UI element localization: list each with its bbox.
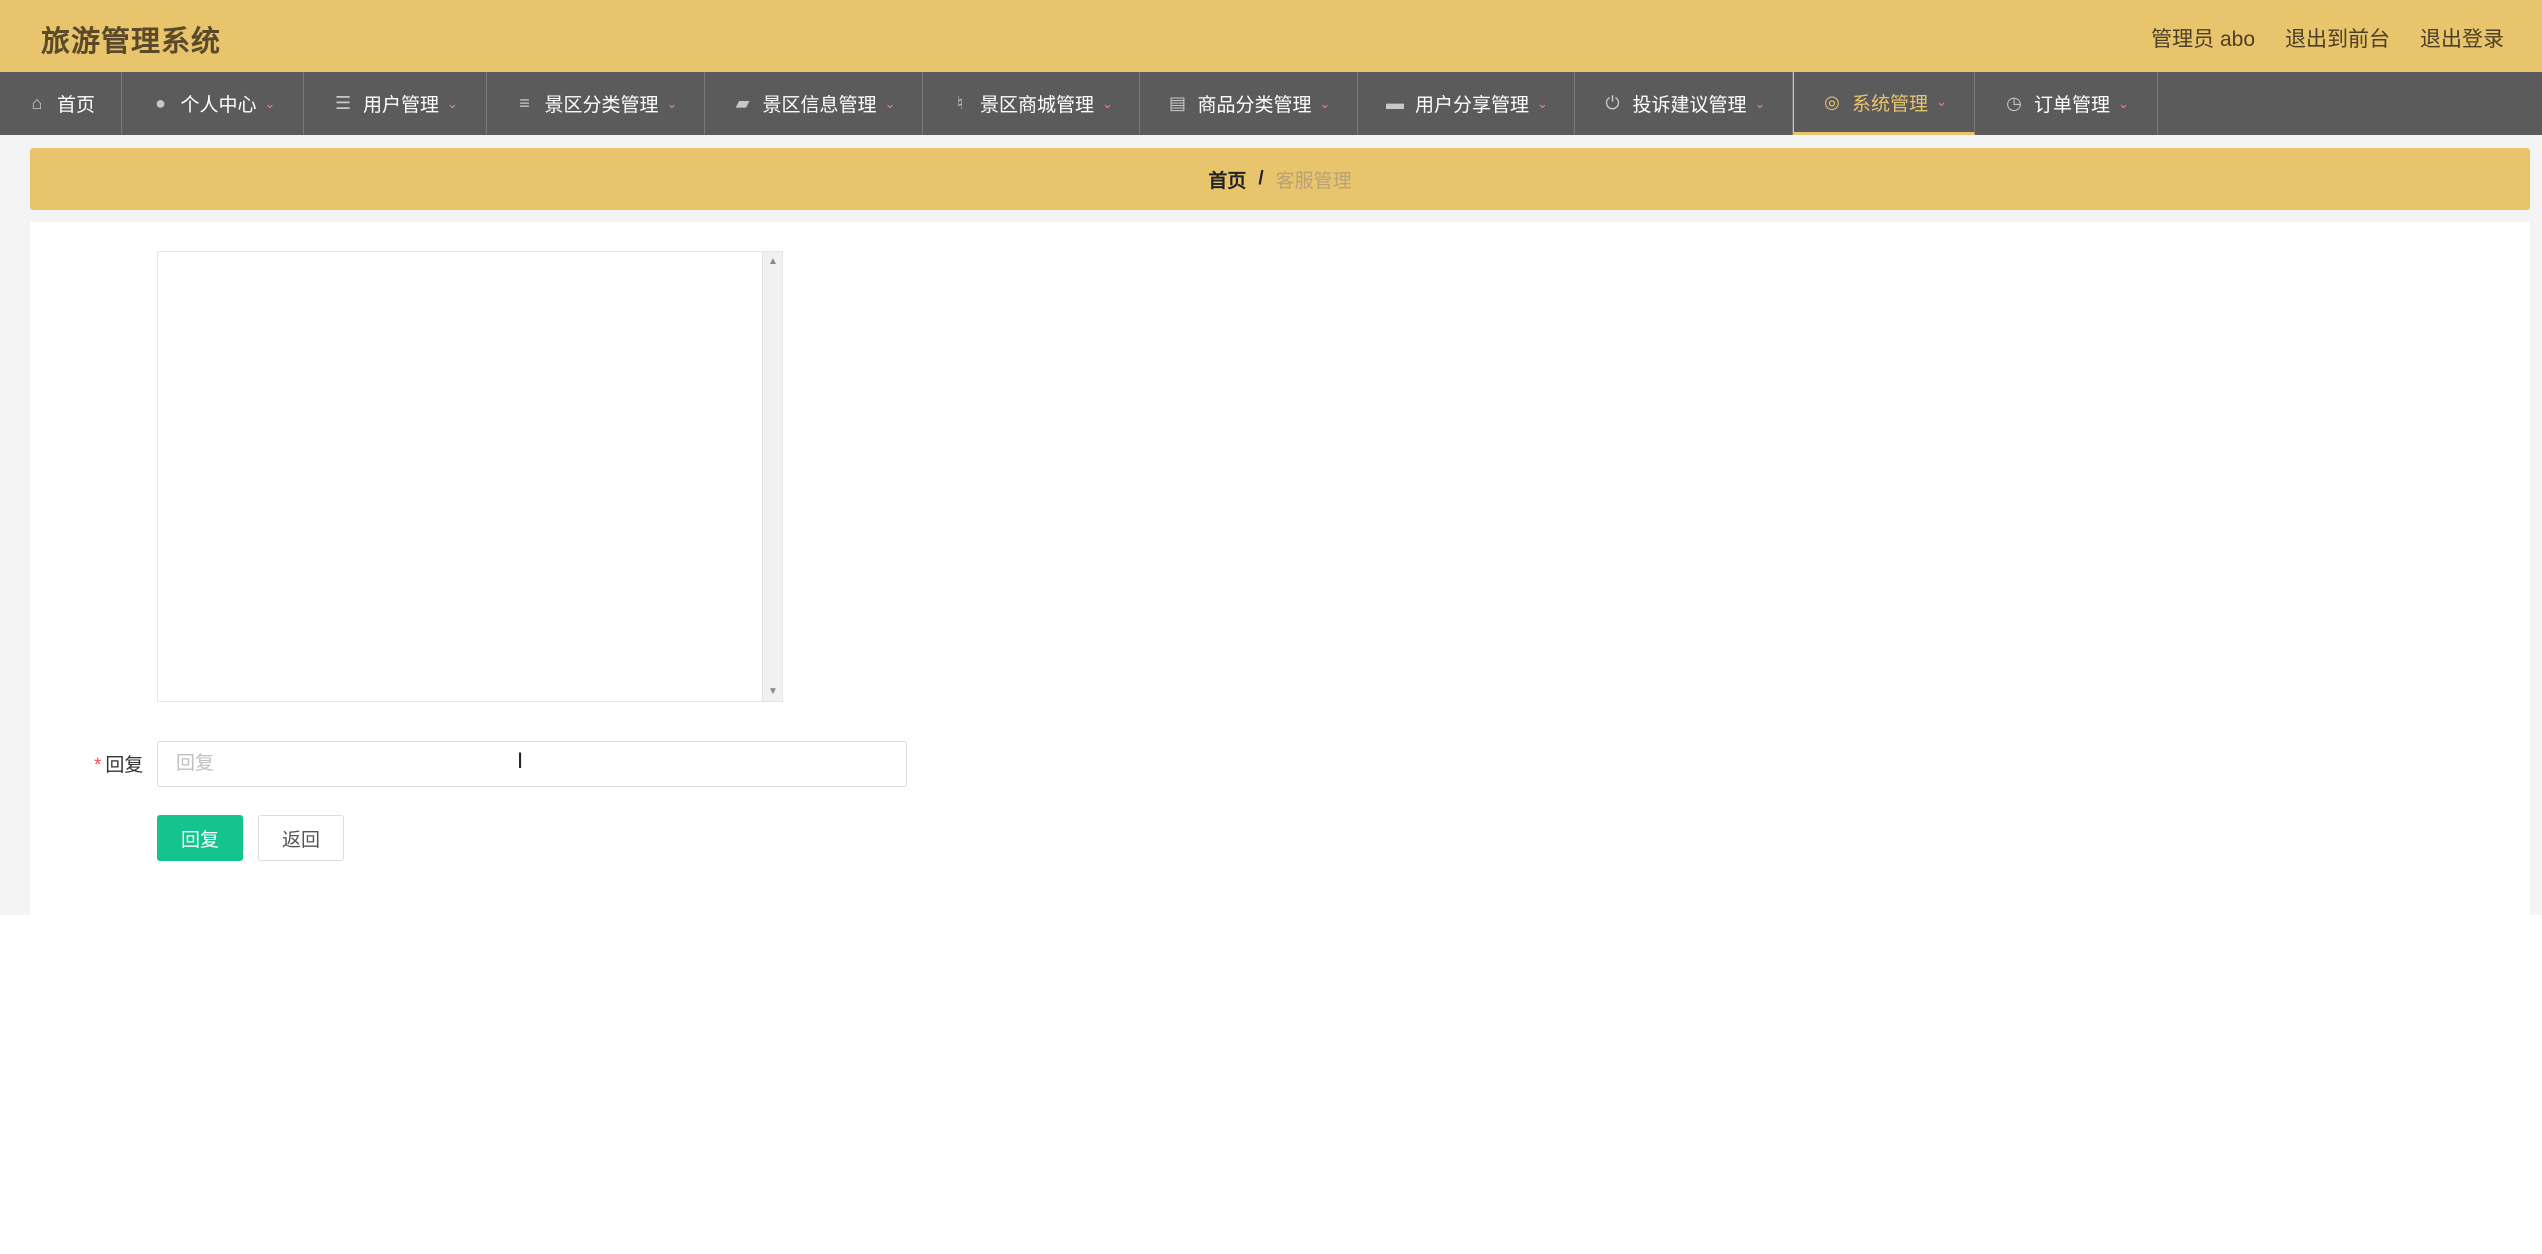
nav-item-label: 订单管理 — [2034, 95, 2111, 116]
compass-icon: ◎ — [1824, 91, 1840, 112]
microphone-icon: ♮ — [956, 93, 964, 113]
nav-item-home[interactable]: ⌂ 首页 — [0, 72, 122, 135]
scroll-up-arrow-icon[interactable]: ▲ — [763, 256, 783, 267]
text-cursor-icon: I — [517, 748, 524, 773]
chevron-down-icon: ⌄ — [447, 95, 458, 111]
logout-link[interactable]: 退出登录 — [2420, 23, 2504, 53]
clock-icon: ◷ — [2006, 93, 2022, 113]
chat-history-box[interactable]: ▲ ▼ — [157, 251, 783, 702]
chevron-down-icon: ⌄ — [2118, 95, 2129, 111]
chevron-down-icon: ⌄ — [884, 95, 896, 111]
briefcase-icon: ▬ — [1386, 93, 1405, 113]
nav-item-label: 系统管理 — [1852, 93, 1929, 115]
chevron-down-icon: ⌄ — [1319, 95, 1331, 111]
user-icon: ● — [155, 93, 166, 113]
chevron-down-icon: ⌄ — [1102, 95, 1113, 111]
reply-form: ▲ ▼ *回复 I 回复 返回 — [30, 222, 2530, 915]
nav-item-scenic-mall[interactable]: ♮ 景区商城管理 ⌄ — [923, 72, 1140, 135]
chat-scrollbar[interactable]: ▲ ▼ — [762, 252, 782, 701]
required-asterisk: * — [94, 755, 102, 776]
nav-item-label: 用户管理 — [363, 95, 440, 116]
admin-user-label: 管理员 abo — [2151, 28, 2255, 51]
nav-item-product-category[interactable]: ▤ 商品分类管理 ⌄ — [1140, 72, 1358, 135]
nav-item-label: 首页 — [56, 95, 95, 116]
reply-submit-button[interactable]: 回复 — [157, 815, 243, 861]
breadcrumb-separator: / — [1258, 168, 1264, 189]
nav-item-label: 商品分类管理 — [1197, 95, 1312, 116]
app-title: 旅游管理系统 — [41, 26, 222, 58]
nav-item-user-share[interactable]: ▬ 用户分享管理 ⌄ — [1358, 72, 1575, 135]
home-icon: ⌂ — [31, 93, 43, 113]
reply-field-label: * 回复 — [94, 750, 143, 777]
scroll-down-arrow-icon[interactable]: ▼ — [763, 686, 783, 697]
chevron-down-icon: ⌄ — [1754, 95, 1766, 111]
breadcrumb-current: 客服管理 — [1275, 170, 1352, 192]
nav-item-scenic-category[interactable]: ≡ 景区分类管理 ⌄ — [487, 72, 705, 135]
chevron-down-icon: ⌄ — [1936, 94, 1947, 109]
exit-to-frontend-link[interactable]: 退出到前台 — [2285, 23, 2390, 53]
chevron-down-icon: ⌄ — [666, 95, 678, 111]
back-button[interactable]: 返回 — [258, 815, 344, 861]
chevron-down-icon: ⌄ — [264, 95, 276, 111]
nav-item-label: 景区分类管理 — [544, 95, 659, 116]
nav-item-orders[interactable]: ◷ 订单管理 ⌄ — [1975, 72, 2158, 135]
wallet-icon: ▰ — [735, 93, 750, 113]
nav-item-label: 景区商城管理 — [980, 95, 1095, 116]
nav-item-label: 个人中心 — [180, 95, 257, 116]
reply-label-text: 回复 — [105, 755, 144, 776]
nav-item-user-management[interactable]: ☰ 用户管理 ⌄ — [304, 72, 487, 135]
nav-item-label: 投诉建议管理 — [1632, 95, 1747, 116]
nav-item-label: 用户分享管理 — [1415, 95, 1530, 116]
breadcrumb-home[interactable]: 首页 — [1208, 166, 1246, 193]
top-actions: 管理员 abo 退出到前台 退出登录 — [2151, 23, 2504, 53]
nav-item-scenic-info[interactable]: ▰ 景区信息管理 ⌄ — [705, 72, 923, 135]
chevron-down-icon: ⌄ — [1537, 95, 1548, 111]
breadcrumb: 首页 / 客服管理 — [30, 148, 2530, 210]
nav-item-system-management[interactable]: ◎ 系统管理 ⌄ — [1793, 72, 1975, 135]
nav-item-complaints[interactable]: ⏻ 投诉建议管理 ⌄ — [1575, 72, 1793, 135]
top-header: 旅游管理系统 管理员 abo 退出到前台 退出登录 — [0, 0, 2542, 72]
clipboard-icon: ▤ — [1169, 93, 1187, 113]
power-icon: ⏻ — [1605, 93, 1620, 113]
list-icon: ☰ — [334, 93, 352, 113]
nav-item-personal-center[interactable]: ● 个人中心 ⌄ — [122, 72, 304, 135]
main-nav: ⌂ 首页 ● 个人中心 ⌄ ☰ 用户管理 ⌄ ≡ 景区分类管理 ⌄ ▰ 景区信息… — [0, 72, 2542, 135]
sliders-icon: ≡ — [519, 93, 530, 113]
nav-item-label: 景区信息管理 — [762, 95, 877, 116]
reply-input[interactable] — [157, 741, 907, 787]
